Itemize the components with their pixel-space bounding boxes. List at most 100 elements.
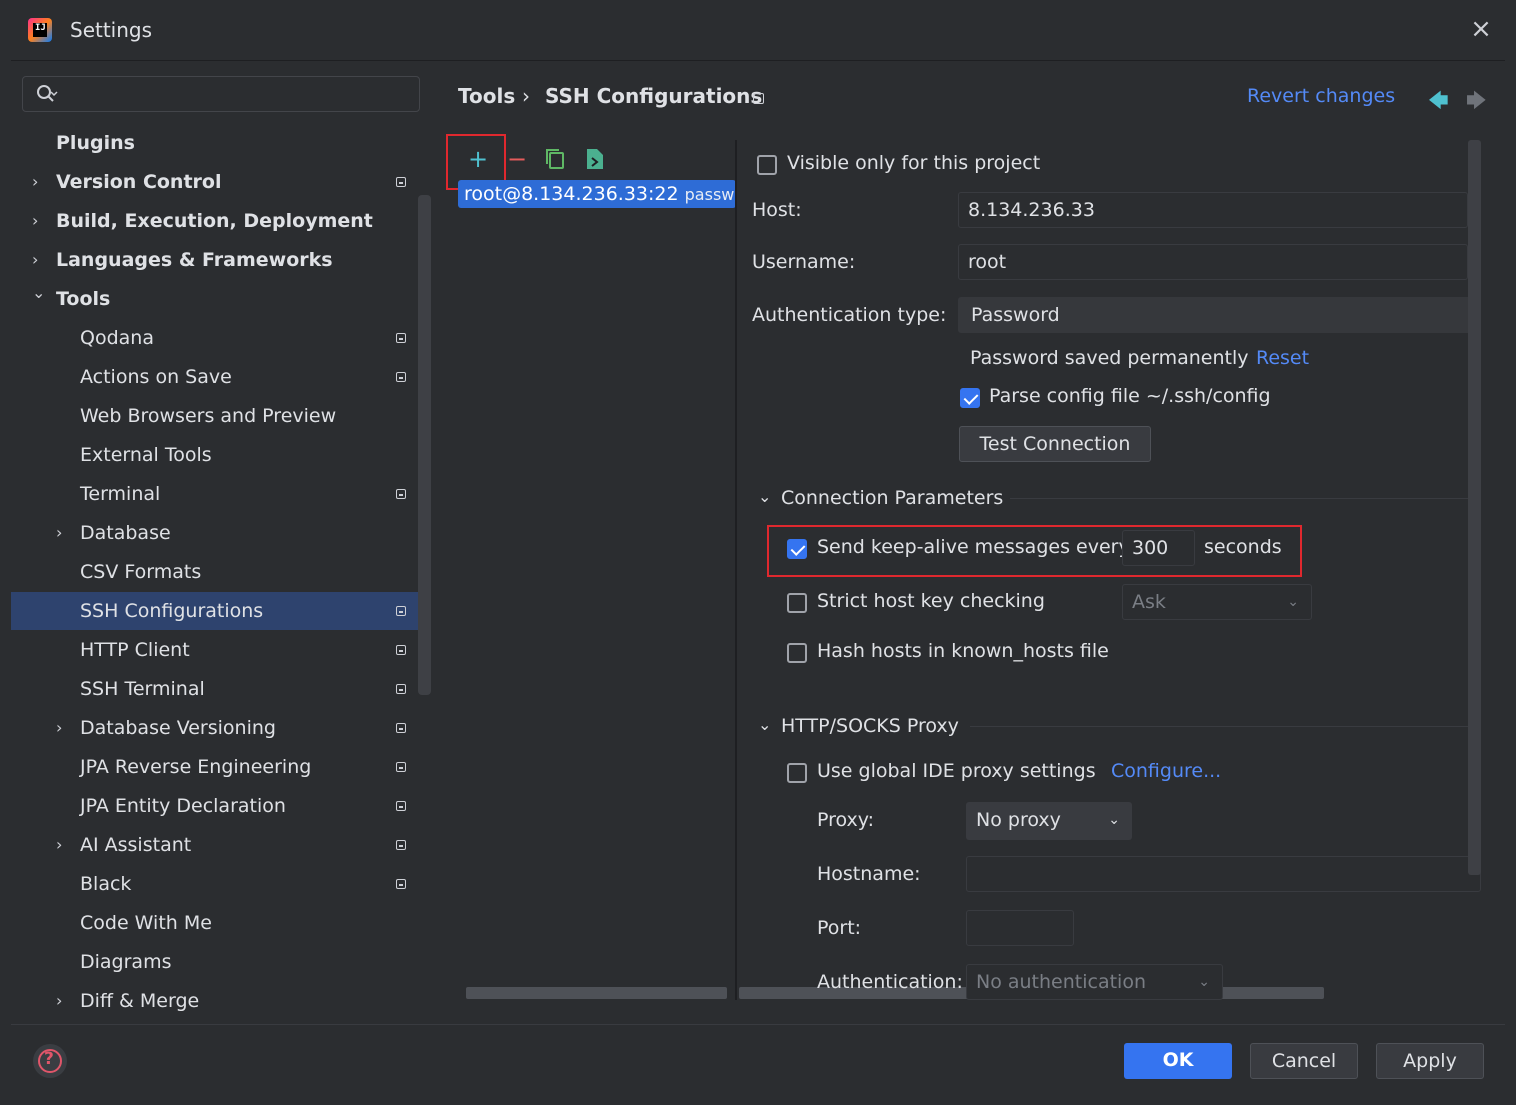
sidebar-item-diagrams[interactable]: Diagrams	[11, 943, 431, 981]
breadcrumb-parent[interactable]: Tools	[458, 84, 515, 108]
sidebar-item-jpa-reverse-engineering[interactable]: JPA Reverse Engineering	[11, 748, 431, 786]
sidebar-item-terminal[interactable]: Terminal	[11, 475, 431, 513]
sidebar-item-jpa-entity-declaration[interactable]: JPA Entity Declaration	[11, 787, 431, 825]
chevron-down-icon[interactable]: ⌄	[32, 274, 48, 312]
sidebar-item-csv-formats[interactable]: CSV Formats	[11, 553, 431, 591]
panel-splitter[interactable]	[735, 140, 737, 1000]
hostname-label: Hostname:	[817, 863, 921, 885]
sidebar-item-code-with-me[interactable]: Code With Me	[11, 904, 431, 942]
host-input[interactable]: 8.134.236.33	[958, 192, 1468, 228]
remove-icon[interactable]: −	[505, 146, 529, 172]
sidebar-item-ai-assistant[interactable]: › AI Assistant	[11, 826, 431, 864]
parse-config-checkbox[interactable]	[960, 388, 980, 408]
configure-link[interactable]: Configure...	[1111, 760, 1221, 782]
sidebar-item-diff-merge[interactable]: › Diff & Merge	[11, 982, 431, 1020]
sidebar-item-label: External Tools	[80, 444, 212, 466]
connection-params-header[interactable]: Connection Parameters	[781, 487, 1003, 509]
revert-changes-link[interactable]: Revert changes	[1247, 85, 1395, 107]
search-icon	[37, 85, 58, 102]
chevron-down-icon[interactable]: ⌄	[758, 487, 771, 506]
proxy-select[interactable]: No proxy ⌄	[966, 802, 1132, 840]
proxy-port-input[interactable]	[966, 910, 1074, 946]
title-bar	[0, 0, 1516, 60]
sidebar-item-label: Diff & Merge	[80, 990, 200, 1012]
sidebar-item-label: AI Assistant	[80, 834, 192, 856]
app-logo-icon: IJ	[28, 18, 52, 42]
proxy-hostname-input[interactable]	[966, 856, 1481, 892]
sidebar-item-version-control[interactable]: › Version Control	[11, 163, 431, 201]
sidebar-item-label: SSH Terminal	[80, 678, 205, 700]
strict-host-key-label: Strict host key checking	[817, 590, 1045, 612]
sidebar-item-label: CSV Formats	[80, 561, 202, 583]
reset-link[interactable]: Reset	[1256, 347, 1309, 369]
window-title: Settings	[70, 18, 153, 42]
chevron-right-icon[interactable]: ›	[56, 709, 72, 747]
proxy-header[interactable]: HTTP/SOCKS Proxy	[781, 715, 959, 737]
auth-type-select[interactable]: Password	[958, 297, 1481, 333]
pin-icon	[396, 489, 406, 499]
import-file-icon[interactable]	[585, 147, 605, 171]
sidebar-item-ssh-terminal[interactable]: SSH Terminal	[11, 670, 431, 708]
sidebar-item-label: JPA Entity Declaration	[80, 795, 286, 817]
strict-host-key-checkbox[interactable]	[787, 593, 807, 613]
hash-hosts-checkbox[interactable]	[787, 643, 807, 663]
sidebar-item-qodana[interactable]: Qodana	[11, 319, 431, 357]
form-vertical-scrollbar[interactable]	[1468, 140, 1481, 875]
sidebar-item-label: Database Versioning	[80, 717, 276, 739]
sidebar-item-build-execution-deployment[interactable]: › Build, Execution, Deployment	[11, 202, 431, 240]
sidebar-item-label: Code With Me	[80, 912, 212, 934]
section-divider	[970, 726, 1481, 727]
ok-button[interactable]: OK	[1124, 1043, 1232, 1079]
back-arrow-icon[interactable]: 🡄	[1428, 86, 1449, 120]
password-saved-label: Password saved permanently	[970, 347, 1249, 369]
sidebar-item-tools[interactable]: ⌄ Tools	[11, 280, 431, 318]
cancel-button[interactable]: Cancel	[1250, 1043, 1358, 1079]
add-icon[interactable]: +	[466, 146, 490, 172]
proxy-label: Proxy:	[817, 809, 875, 831]
help-icon[interactable]: ?	[33, 1044, 67, 1078]
sidebar-item-actions-on-save[interactable]: Actions on Save	[11, 358, 431, 396]
chevron-right-icon[interactable]: ›	[56, 514, 72, 552]
strict-host-key-select: Ask ⌄	[1122, 584, 1312, 620]
sidebar-item-web-browsers-and-preview[interactable]: Web Browsers and Preview	[11, 397, 431, 435]
host-label: Host:	[752, 199, 802, 221]
sidebar-item-http-client[interactable]: HTTP Client	[11, 631, 431, 669]
copy-icon[interactable]	[544, 147, 566, 171]
chevron-right-icon[interactable]: ›	[56, 826, 72, 864]
sidebar-item-label: HTTP Client	[80, 639, 190, 661]
keepalive-interval-input[interactable]: 300	[1122, 530, 1195, 566]
chevron-right-icon[interactable]: ›	[32, 163, 48, 201]
chevron-down-icon: ⌄	[1108, 812, 1120, 828]
list-horizontal-scrollbar[interactable]	[466, 987, 727, 999]
visible-only-checkbox[interactable]	[757, 155, 777, 175]
sidebar-item-languages-frameworks[interactable]: › Languages & Frameworks	[11, 241, 431, 279]
keepalive-unit: seconds	[1204, 536, 1282, 558]
pin-icon	[396, 333, 406, 343]
username-input[interactable]: root	[958, 244, 1468, 280]
search-input[interactable]	[22, 76, 420, 112]
sidebar-item-database-versioning[interactable]: › Database Versioning	[11, 709, 431, 747]
sidebar-item-black[interactable]: Black	[11, 865, 431, 903]
test-connection-button[interactable]: Test Connection	[959, 426, 1151, 462]
sidebar-item-external-tools[interactable]: External Tools	[11, 436, 431, 474]
apply-button[interactable]: Apply	[1376, 1043, 1484, 1079]
sidebar-item-label: Database	[80, 522, 171, 544]
sidebar-item-database[interactable]: › Database	[11, 514, 431, 552]
chevron-right-icon[interactable]: ›	[32, 202, 48, 240]
ssh-config-list-item[interactable]: root@8.134.236.33:22 password	[458, 180, 736, 208]
sidebar-item-label: SSH Configurations	[80, 600, 264, 622]
pin-icon	[396, 177, 406, 187]
chevron-down-icon[interactable]: ⌄	[758, 715, 771, 734]
close-icon[interactable]: ×	[1468, 16, 1494, 42]
sidebar-item-label: Black	[80, 873, 132, 895]
sidebar-item-plugins[interactable]: Plugins	[11, 124, 431, 162]
use-global-proxy-checkbox[interactable]	[787, 763, 807, 783]
chevron-right-icon[interactable]: ›	[56, 982, 72, 1020]
chevron-down-icon: ⌄	[1287, 594, 1299, 610]
sidebar-item-ssh-configurations[interactable]: SSH Configurations	[11, 592, 431, 630]
forward-arrow-icon[interactable]: 🡆	[1466, 86, 1487, 120]
keepalive-checkbox[interactable]	[787, 539, 807, 559]
section-divider	[1010, 498, 1481, 499]
nav-scrollbar[interactable]	[418, 195, 431, 695]
page-title: SSH Configurations	[545, 84, 763, 108]
